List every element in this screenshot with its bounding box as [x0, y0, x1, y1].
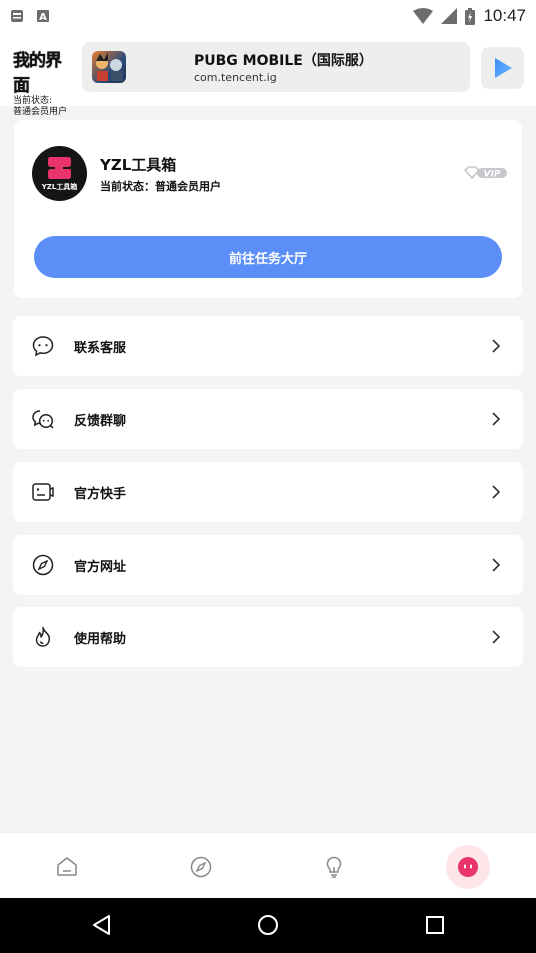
menu-label-usage-help: 使用帮助	[74, 632, 127, 647]
compass-icon	[32, 554, 54, 576]
menu-item-official-website[interactable]: 官方网址	[13, 535, 523, 595]
menu-item-usage-help[interactable]: 使用帮助	[13, 607, 523, 667]
featured-app-card[interactable]: PUBG MOBILE（国际服） com.tencent.ig	[82, 42, 470, 92]
menu-item-feedback-group[interactable]: 反馈群聊	[13, 389, 523, 449]
cell-signal-icon	[441, 8, 458, 24]
back-triangle-icon	[93, 915, 110, 935]
home-circle-icon	[258, 915, 278, 935]
a-letter-icon: A	[37, 10, 49, 23]
chevron-right-icon	[492, 339, 501, 353]
wifi-icon	[413, 8, 434, 24]
lightbulb-icon	[326, 856, 342, 878]
menu-label-official-kuaishou: 官方快手	[74, 487, 127, 502]
nav-discover-button[interactable]	[179, 845, 223, 889]
recents-square-icon	[426, 916, 444, 934]
chevron-right-icon	[492, 630, 501, 644]
task-hall-button[interactable]: 前往任务大厅	[34, 236, 502, 278]
vip-badge[interactable]: VIP	[463, 166, 509, 180]
launch-app-button[interactable]	[481, 47, 524, 89]
play-icon	[494, 58, 512, 78]
user-status: 当前状态：普通会员用户	[100, 180, 221, 193]
featured-app-name: PUBG MOBILE（国际服）	[194, 53, 373, 69]
flame-icon	[35, 626, 51, 647]
chevron-right-icon	[492, 412, 501, 426]
pubg-app-icon	[92, 51, 126, 83]
nav-ideas-button[interactable]	[312, 845, 356, 889]
clock-time: 10:47	[483, 6, 526, 25]
vip-label: VIP	[484, 170, 501, 180]
bottom-nav	[0, 832, 536, 898]
smile-face-icon	[458, 857, 478, 877]
notification-icon	[11, 10, 23, 22]
yzl-logo-icon	[48, 157, 71, 179]
system-home-button[interactable]	[253, 910, 283, 940]
battery-icon	[465, 7, 476, 25]
menu-item-official-kuaishou[interactable]: 官方快手	[13, 462, 523, 522]
status-bar: A 10:47	[0, 0, 536, 32]
avatar-caption: YZL工具箱	[41, 183, 78, 191]
nav-home-button[interactable]	[45, 845, 89, 889]
home-icon	[57, 857, 77, 876]
chat-bubble-icon	[32, 336, 54, 357]
header-status-label: 当前状态:	[13, 96, 53, 106]
chevron-right-icon	[492, 558, 501, 572]
page-title: 我的界面	[13, 51, 62, 96]
menu-label-feedback-group: 反馈群聊	[74, 414, 127, 429]
svg-text:A: A	[39, 12, 47, 23]
header-status-value: 普通会员用户	[13, 107, 68, 117]
group-chat-icon	[32, 410, 54, 429]
app-header: 我的界面 当前状态: 普通会员用户 PUBG MOBILE（国际服） com.t…	[0, 32, 536, 117]
menu-label-official-website: 官方网址	[74, 560, 127, 575]
profile-card: YZL工具箱 YZL工具箱 当前状态：普通会员用户 VIP 前往任务大厅	[14, 120, 522, 298]
brand-block: 我的界面 当前状态: 普通会员用户	[13, 46, 75, 118]
system-nav-bar	[0, 898, 536, 953]
video-card-icon	[32, 483, 54, 501]
nav-mine-button[interactable]	[446, 845, 490, 889]
featured-app-package: com.tencent.ig	[194, 71, 277, 84]
system-recents-button[interactable]	[420, 910, 450, 940]
system-back-button[interactable]	[87, 910, 117, 940]
compass-icon	[190, 856, 212, 878]
avatar[interactable]: YZL工具箱	[32, 146, 87, 201]
menu-label-contact-support: 联系客服	[74, 341, 127, 356]
chevron-right-icon	[492, 485, 501, 499]
user-name: YZL工具箱	[100, 156, 177, 174]
menu-item-contact-support[interactable]: 联系客服	[13, 316, 523, 376]
